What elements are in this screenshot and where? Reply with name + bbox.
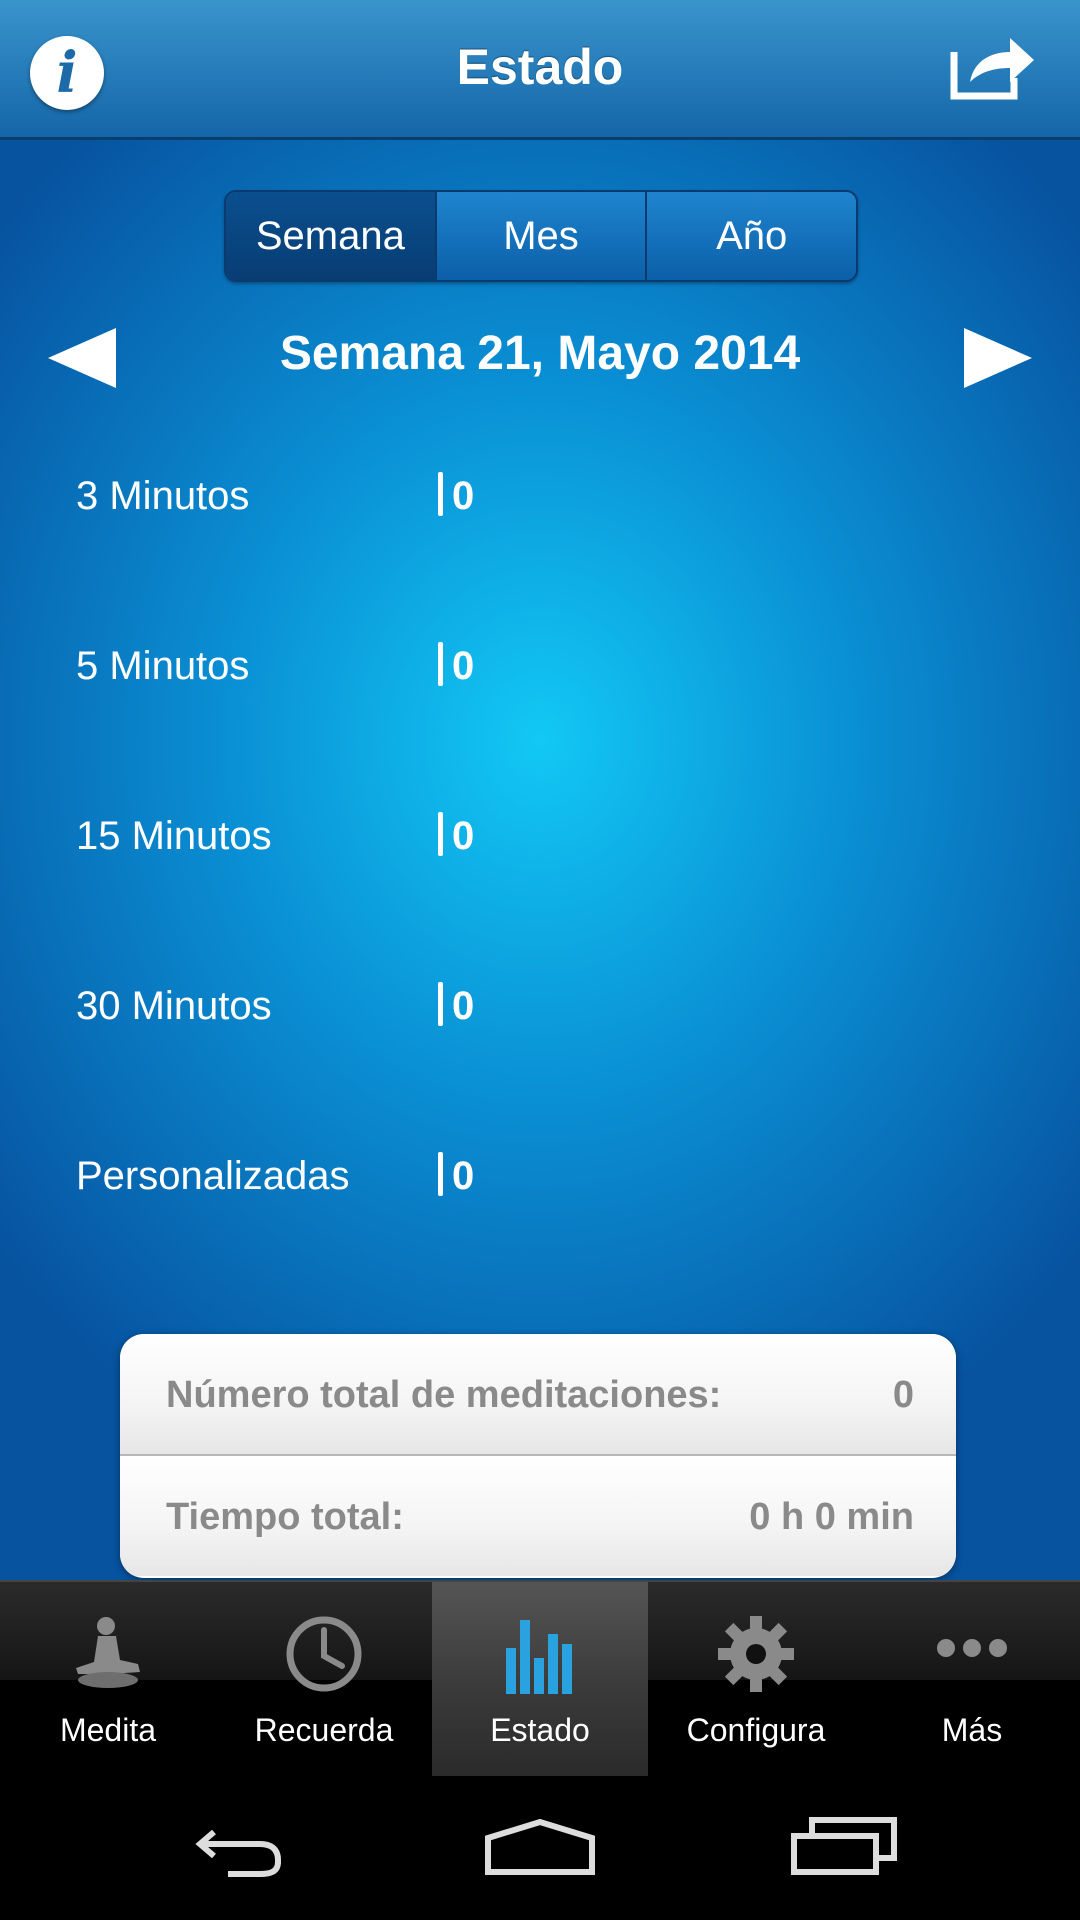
- stat-label: Personalizadas: [76, 1154, 350, 1198]
- period-navigator: Semana 21, Mayo 2014: [0, 308, 1080, 408]
- total-meditations-label: Número total de meditaciones:: [166, 1374, 722, 1416]
- stat-row-3min: 3 Minutos 0: [76, 460, 976, 540]
- stat-bar: [438, 982, 443, 1026]
- tab-label: Medita: [59, 1712, 157, 1748]
- tab-label: Más: [941, 1712, 1003, 1748]
- stat-value: 0: [452, 644, 475, 688]
- totals-panel: Número total de meditaciones: 0 Tiempo t…: [120, 1334, 956, 1578]
- period-segmented-control: Semana Mes Año: [224, 190, 858, 282]
- gear-icon: [718, 1616, 794, 1692]
- home-icon[interactable]: [480, 1806, 600, 1886]
- tab-month[interactable]: Mes: [434, 192, 646, 280]
- stat-bar: [438, 472, 443, 516]
- stat-row-15min: 15 Minutos 0: [76, 800, 976, 880]
- recents-icon[interactable]: [786, 1806, 906, 1886]
- total-time-label: Tiempo total:: [166, 1496, 404, 1538]
- stat-value: 0: [452, 474, 475, 518]
- total-meditations-row: Número total de meditaciones: 0: [120, 1334, 956, 1456]
- stat-bar: [438, 812, 443, 856]
- stat-label: 30 Minutos: [76, 984, 272, 1028]
- stat-bar: [438, 642, 443, 686]
- header-bar: i Estado: [0, 0, 1080, 140]
- tab-remind[interactable]: Recuerda: [216, 1582, 432, 1778]
- page-title: Estado: [456, 39, 624, 95]
- tab-week[interactable]: Semana: [226, 192, 435, 280]
- system-nav-bar: [0, 1776, 1080, 1920]
- stat-bar: [438, 1152, 443, 1196]
- total-meditations-value: 0: [892, 1374, 914, 1416]
- bar-chart-icon: [506, 1620, 572, 1694]
- stat-value: 0: [452, 1154, 475, 1198]
- stat-row-5min: 5 Minutos 0: [76, 630, 976, 710]
- stat-label: 5 Minutos: [76, 644, 250, 688]
- tab-status[interactable]: Estado: [432, 1582, 648, 1778]
- total-time-row: Tiempo total: 0 h 0 min: [120, 1456, 956, 1576]
- tab-meditate[interactable]: Medita: [0, 1582, 216, 1778]
- more-icon: [937, 1639, 1007, 1657]
- share-icon[interactable]: [948, 30, 1038, 102]
- stat-label: 15 Minutos: [76, 814, 272, 858]
- total-time-value: 0 h 0 min: [749, 1496, 914, 1538]
- tab-settings[interactable]: Configura: [648, 1582, 864, 1778]
- stat-row-30min: 30 Minutos 0: [76, 970, 976, 1050]
- stat-value: 0: [452, 984, 475, 1028]
- tab-label: Estado: [490, 1712, 590, 1748]
- stat-row-custom: Personalizadas 0: [76, 1140, 976, 1220]
- clock-icon: [286, 1616, 362, 1692]
- main-content: Semana Mes Año Semana 21, Mayo 2014 3 Mi…: [0, 140, 1080, 1580]
- tab-more[interactable]: Más: [864, 1582, 1080, 1778]
- tab-label: Recuerda: [254, 1712, 394, 1748]
- stat-value: 0: [452, 814, 475, 858]
- stat-label: 3 Minutos: [76, 474, 250, 518]
- period-label: Semana 21, Mayo 2014: [279, 327, 801, 380]
- chevron-right-icon[interactable]: [964, 328, 1032, 388]
- meditation-icon: [76, 1617, 140, 1688]
- tab-year[interactable]: Año: [645, 192, 856, 280]
- tab-label: Configura: [686, 1712, 826, 1748]
- back-icon[interactable]: [180, 1806, 300, 1886]
- bottom-tab-bar: Medita Recuerda Estado Configura Más: [0, 1580, 1080, 1778]
